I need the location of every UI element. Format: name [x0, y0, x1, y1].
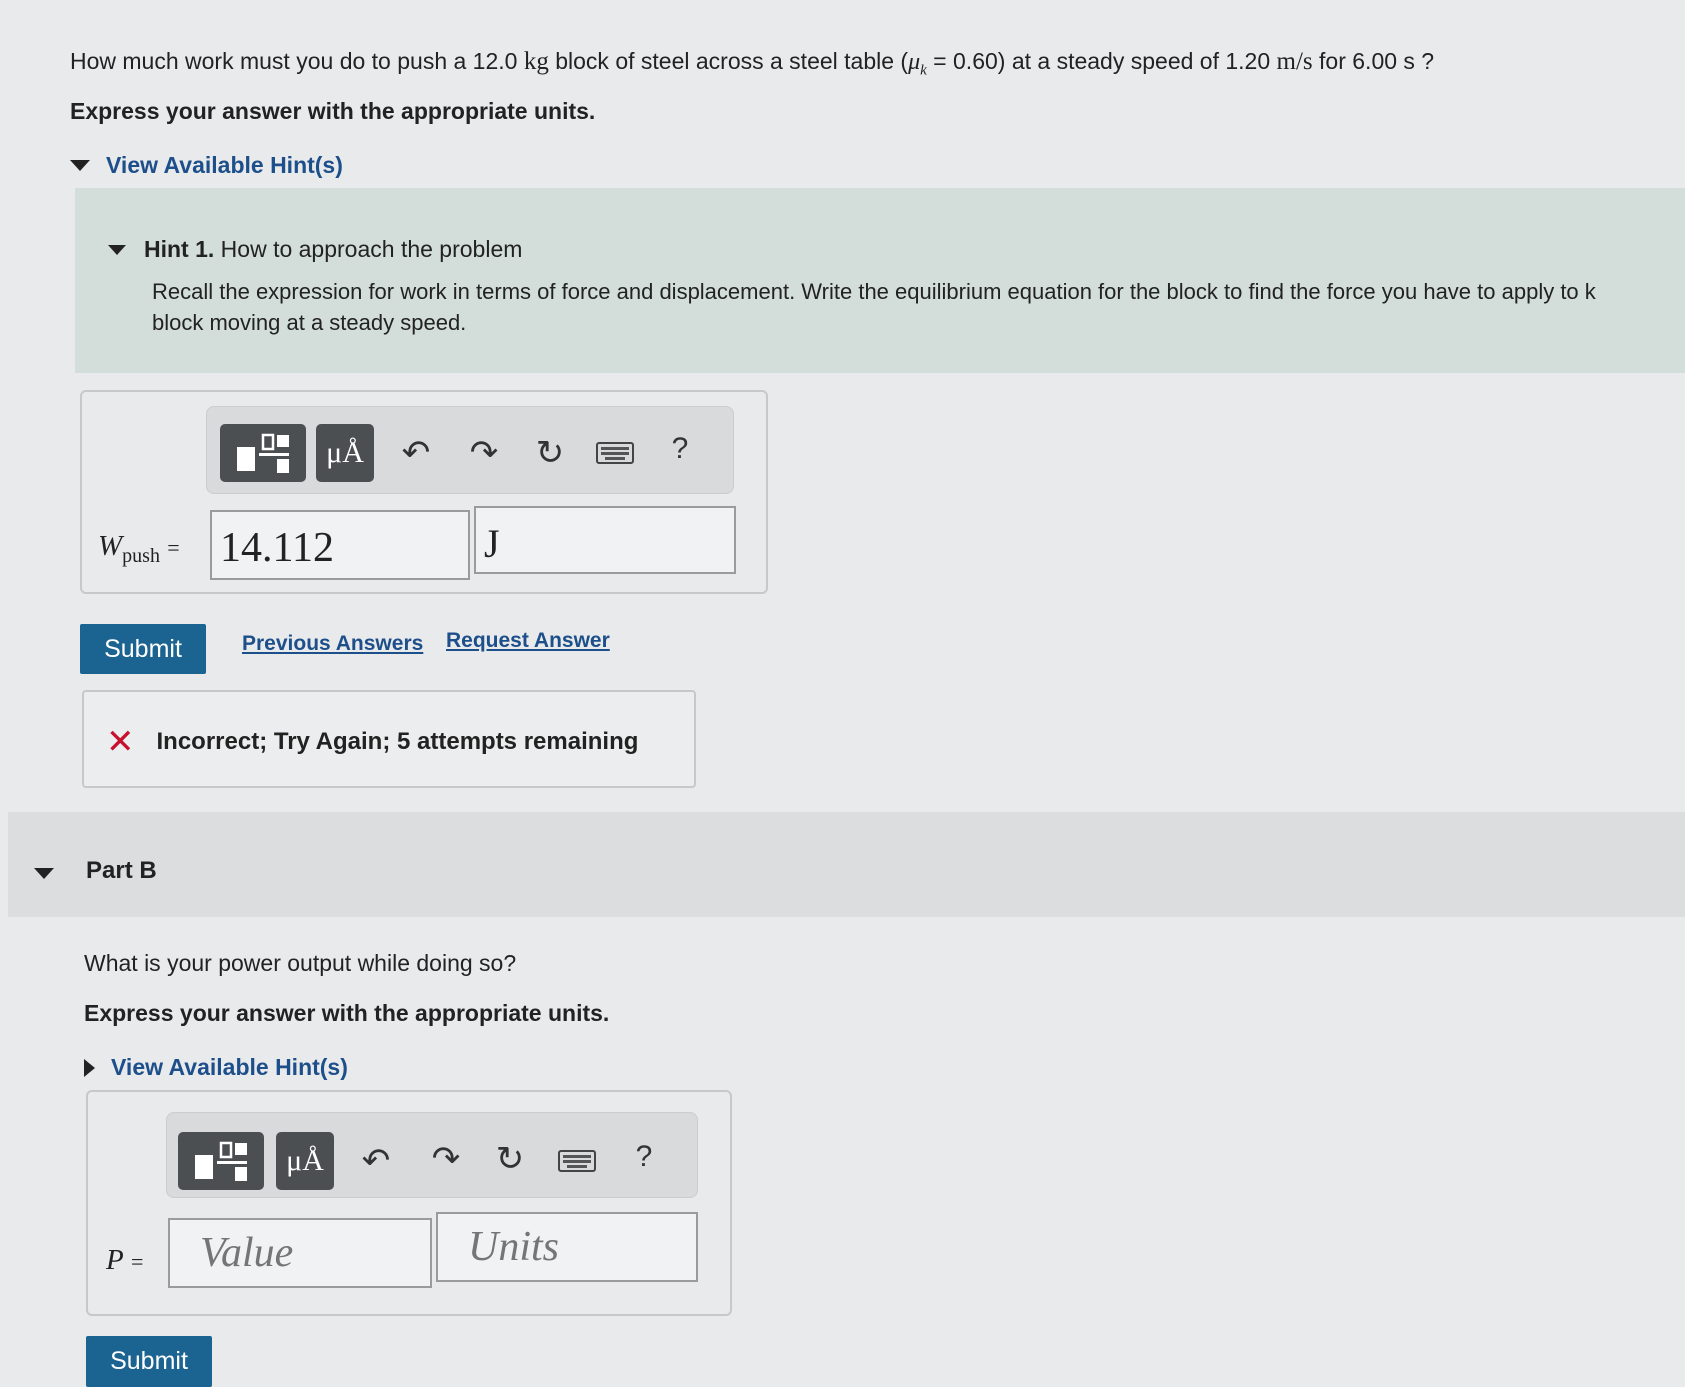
previous-answers-link[interactable]: Previous Answers	[242, 632, 423, 656]
part-b-instruction: Express your answer with the appropriate…	[84, 1000, 610, 1026]
collapse-triangle-icon	[108, 244, 126, 255]
p-label: P =	[106, 1244, 144, 1276]
reset-icon: ↻	[495, 1140, 525, 1178]
redo-button[interactable]: ↷	[462, 430, 506, 476]
symbols-button[interactable]: μÅ	[316, 424, 374, 482]
hint-1-body: Recall the expression for work in terms …	[152, 279, 1596, 335]
feedback-message: ✕ Incorrect; Try Again; 5 attempts remai…	[106, 723, 639, 761]
collapse-triangle-icon	[70, 160, 90, 171]
templates-button[interactable]	[220, 424, 306, 482]
redo-button[interactable]: ↷	[424, 1136, 468, 1182]
undo-button[interactable]: ↶	[394, 430, 438, 476]
reset-icon: ↻	[535, 434, 565, 472]
keyboard-icon	[596, 442, 634, 464]
templates-icon	[195, 1141, 247, 1181]
part-a-instruction: Express your answer with the appropriate…	[70, 98, 596, 124]
part-b-title: Part B	[86, 857, 157, 884]
redo-icon: ↷	[469, 434, 499, 472]
help-button[interactable]: ?	[660, 426, 700, 472]
part-a-submit-button[interactable]: Submit	[80, 624, 206, 674]
templates-icon	[237, 433, 289, 473]
undo-icon: ↶	[401, 434, 431, 472]
keyboard-icon	[558, 1150, 596, 1172]
power-value-input[interactable]	[168, 1218, 432, 1288]
part-b-collapse[interactable]	[34, 866, 54, 884]
hint-1-toggle[interactable]: Hint 1. How to approach the problem	[108, 236, 522, 263]
reset-button[interactable]: ↻	[488, 1136, 532, 1182]
question-text: How much work must you do to push a 12.0…	[70, 48, 1435, 79]
keyboard-button[interactable]	[554, 1140, 600, 1182]
request-answer-link[interactable]: Request Answer	[446, 629, 610, 653]
part-b-hints-toggle[interactable]: View Available Hint(s)	[84, 1054, 348, 1081]
part-b-header[interactable]	[8, 812, 1685, 917]
reset-button[interactable]: ↻	[528, 430, 572, 476]
help-button[interactable]: ?	[624, 1134, 664, 1180]
expand-triangle-icon	[84, 1058, 95, 1077]
collapse-triangle-icon	[34, 868, 54, 879]
power-units-input[interactable]	[436, 1212, 698, 1282]
part-a-hints-toggle[interactable]: View Available Hint(s)	[70, 152, 343, 179]
w-push-label: Wpush =	[98, 530, 180, 567]
symbols-button[interactable]: μÅ	[276, 1132, 334, 1190]
keyboard-button[interactable]	[592, 432, 638, 474]
undo-button[interactable]: ↶	[354, 1138, 398, 1184]
redo-icon: ↷	[431, 1140, 461, 1178]
undo-icon: ↶	[361, 1142, 391, 1180]
work-value-input[interactable]: 14.112	[210, 510, 470, 580]
work-units-input[interactable]: J	[474, 506, 736, 574]
part-b-submit-button[interactable]: Submit	[86, 1336, 212, 1387]
templates-button[interactable]	[178, 1132, 264, 1190]
part-b-question: What is your power output while doing so…	[84, 950, 517, 976]
error-x-icon: ✕	[106, 723, 135, 761]
